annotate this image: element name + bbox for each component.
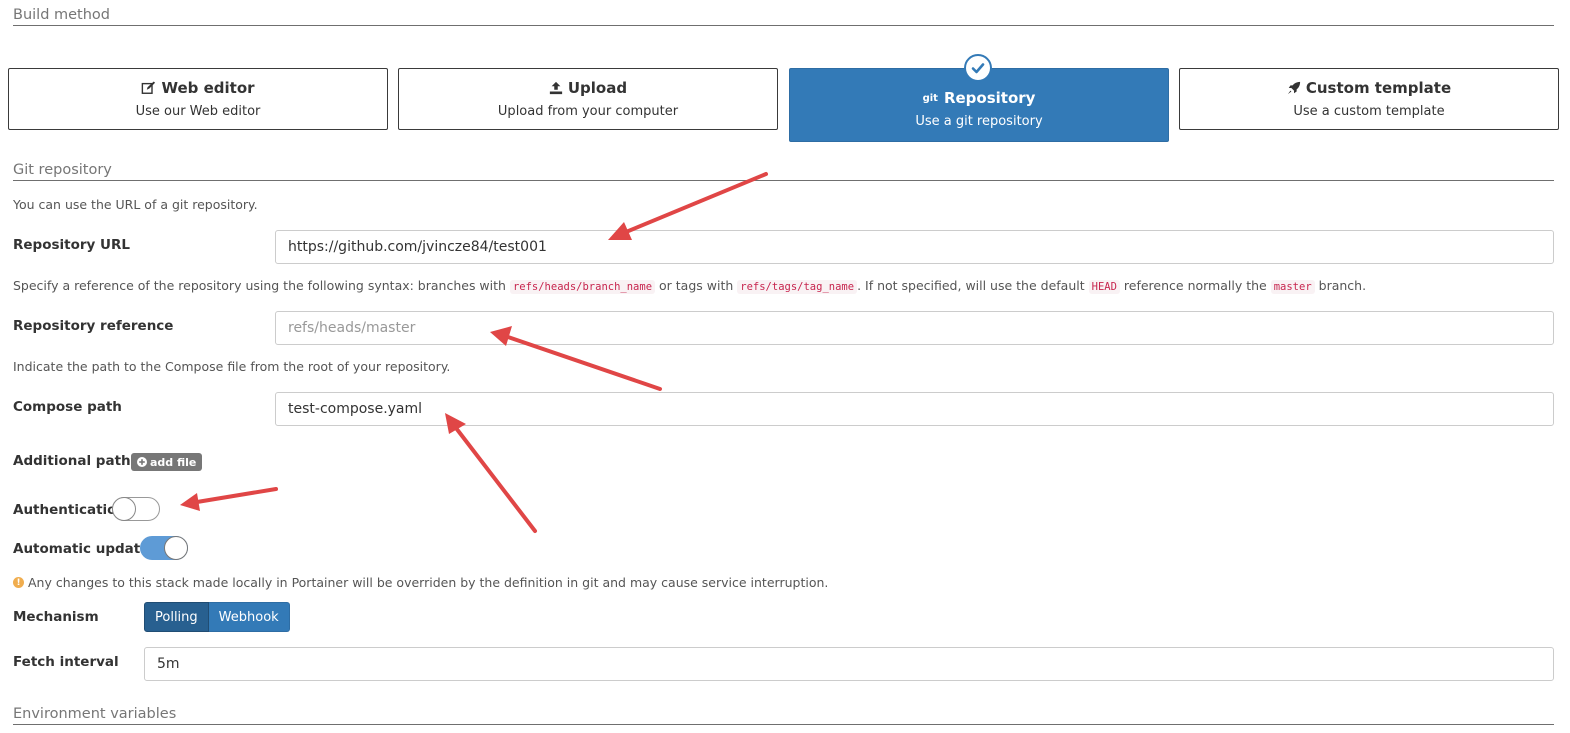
upload-title: Upload (567, 79, 628, 97)
code-master: master (1270, 280, 1315, 294)
environment-variables-title: Environment variables (13, 706, 1554, 725)
reference-help-text: Specify a reference of the repository us… (13, 278, 1367, 294)
custom-template-description: Use a custom template (1293, 104, 1445, 119)
compose-help-text: Indicate the path to the Compose file fr… (13, 359, 451, 374)
authentication-label: Authentication (13, 502, 127, 518)
automatic-updates-toggle[interactable] (140, 536, 188, 560)
repository-url-input[interactable] (275, 230, 1554, 264)
fetch-interval-label: Fetch interval (13, 654, 119, 670)
additional-paths-label: Additional paths (13, 453, 139, 469)
annotation-arrow-url (624, 172, 768, 234)
fetch-interval-input[interactable] (144, 647, 1554, 681)
edit-icon (142, 81, 156, 94)
web-editor-description: Use our Web editor (135, 104, 261, 119)
web-editor-title: Web editor (161, 79, 255, 97)
repository-url-label: Repository URL (13, 237, 130, 253)
url-help-text: You can use the URL of a git repository. (13, 197, 258, 212)
upload-option[interactable]: Upload Upload from your computer (398, 68, 778, 130)
polling-button[interactable]: Polling (144, 602, 209, 632)
selected-check-icon (964, 54, 992, 82)
compose-path-label: Compose path (13, 399, 122, 415)
mechanism-label: Mechanism (13, 609, 99, 625)
repository-reference-input[interactable] (275, 311, 1554, 345)
rocket-icon (1287, 81, 1300, 95)
code-branch-syntax: refs/heads/branch_name (509, 280, 656, 294)
toggle-knob (164, 536, 188, 560)
repository-title: Repository (943, 89, 1036, 107)
add-file-button[interactable]: add file (131, 453, 203, 471)
upload-description: Upload from your computer (497, 104, 679, 119)
git-icon: git (922, 93, 938, 104)
authentication-toggle[interactable] (112, 497, 160, 521)
repository-description: Use a git repository (915, 114, 1043, 129)
code-tag-syntax: refs/tags/tag_name (737, 280, 858, 294)
web-editor-option[interactable]: Web editor Use our Web editor (8, 68, 388, 130)
custom-template-option[interactable]: Custom template Use a custom template (1179, 68, 1559, 130)
compose-path-input[interactable] (275, 392, 1554, 426)
annotation-arrow-auth (195, 487, 278, 504)
repository-reference-label: Repository reference (13, 318, 174, 334)
mechanism-button-group: Polling Webhook (144, 602, 290, 632)
warning-message: ! Any changes to this stack made locally… (13, 575, 828, 590)
git-repository-title: Git repository (13, 162, 1554, 181)
build-method-title: Build method (13, 7, 1554, 26)
plus-circle-icon (137, 457, 147, 467)
custom-template-title: Custom template (1305, 79, 1452, 97)
upload-icon (549, 81, 562, 95)
arrowhead-auth (180, 493, 200, 511)
annotation-arrow-compose (454, 426, 537, 533)
code-head: HEAD (1088, 280, 1120, 294)
exclamation-circle-icon: ! (13, 577, 24, 588)
automatic-updates-label: Automatic updates (13, 541, 158, 557)
webhook-button[interactable]: Webhook (208, 602, 290, 632)
toggle-knob (112, 497, 136, 521)
